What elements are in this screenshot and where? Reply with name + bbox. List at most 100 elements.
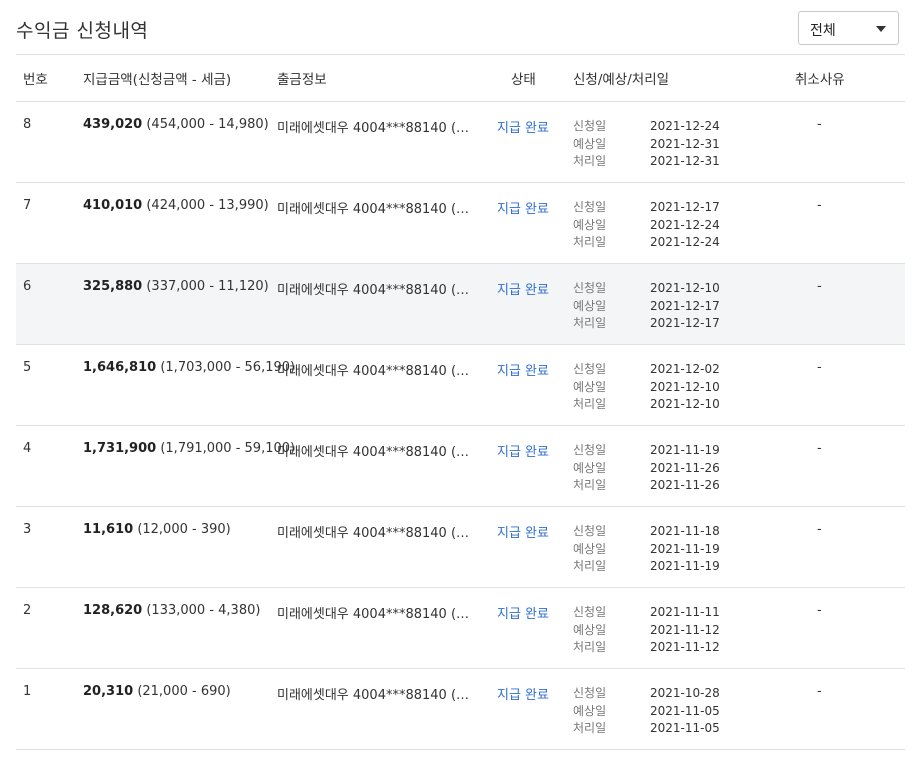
amount-cell: 410,010 (424,000 - 13,990)	[83, 198, 269, 213]
applied-date-label: 신청일	[573, 605, 607, 619]
processed-date-label: 처리일	[573, 559, 607, 573]
expected-date-label: 예상일	[573, 703, 607, 718]
expected-date: 2021-12-17	[650, 298, 720, 313]
filter-selected-value: 전체	[810, 23, 836, 39]
status-link[interactable]: 지급 완료	[497, 117, 549, 136]
applied-date: 2021-12-10	[650, 281, 720, 295]
amount-cell: 11,610 (12,000 - 390)	[83, 522, 231, 537]
expected-date: 2021-11-05	[650, 703, 720, 718]
amount-cell: 20,310 (21,000 - 690)	[83, 684, 231, 699]
cancel-reason: -	[817, 360, 822, 375]
expected-date: 2021-12-31	[650, 136, 720, 151]
status-link[interactable]: 지급 완료	[497, 684, 549, 703]
amount-detail: (1,703,000 - 56,190)	[160, 360, 296, 375]
account-info: 미래에셋대우 4004***88140 (조*...	[277, 121, 473, 136]
applied-date-label: 신청일	[573, 524, 607, 538]
expected-date: 2021-11-12	[650, 622, 720, 637]
amount-detail: (12,000 - 390)	[137, 522, 231, 537]
paid-amount: 128,620	[83, 603, 143, 618]
row-number: 2	[23, 603, 32, 618]
status-link[interactable]: 지급 완료	[497, 522, 549, 541]
expected-date-label: 예상일	[573, 136, 607, 151]
processed-date-label: 처리일	[573, 721, 607, 735]
applied-date: 2021-11-18	[650, 524, 720, 538]
applied-date-label: 신청일	[573, 686, 607, 700]
row-number: 3	[23, 522, 32, 537]
table-row: 8 439,020 (454,000 - 14,980) 미래에셋대우 4004**…	[16, 102, 905, 182]
header-amount: 지급금액(신청금액 - 세금)	[83, 72, 232, 88]
date-block: 신청일 2021-11-19 예상일 2021-11-26 처리일 2021-11-26	[573, 442, 720, 495]
processed-date-label: 처리일	[573, 478, 607, 492]
paid-amount: 1,646,810	[83, 360, 157, 375]
amount-detail: (337,000 - 11,120)	[146, 279, 269, 294]
row-divider	[16, 749, 905, 750]
applied-date: 2021-12-02	[650, 362, 720, 376]
amount-cell: 439,020 (454,000 - 14,980)	[83, 117, 269, 132]
processed-date: 2021-12-17	[650, 316, 720, 330]
cancel-reason: -	[817, 117, 822, 132]
status-filter-select[interactable]: 전체	[798, 11, 899, 45]
date-block: 신청일 2021-10-28 예상일 2021-11-05 처리일 2021-11-05	[573, 685, 720, 738]
processed-date-label: 처리일	[573, 397, 607, 411]
account-info: 미래에셋대우 4004***88140 (조*...	[277, 445, 473, 460]
expected-date-label: 예상일	[573, 622, 607, 637]
status-link[interactable]: 지급 완료	[497, 603, 549, 622]
processed-date: 2021-11-26	[650, 478, 720, 492]
amount-detail: (21,000 - 690)	[137, 684, 231, 699]
status-link[interactable]: 지급 완료	[497, 279, 549, 298]
cancel-reason: -	[817, 684, 822, 699]
account-info: 미래에셋대우 4004***88140 (조*...	[277, 202, 473, 217]
page-title: 수익금 신청내역	[16, 20, 149, 42]
cancel-reason: -	[817, 603, 822, 618]
paid-amount: 11,610	[83, 522, 134, 537]
cancel-reason: -	[817, 198, 822, 213]
account-info: 미래에셋대우 4004***88140 (조*...	[277, 364, 473, 379]
row-number: 6	[23, 279, 32, 294]
header-account: 출금정보	[277, 72, 327, 88]
table-header: 번호 지급금액(신청금액 - 세금) 출금정보 상태 신청/예상/처리일 취소사…	[16, 55, 905, 101]
expected-date-label: 예상일	[573, 298, 607, 313]
cancel-reason: -	[817, 441, 822, 456]
paid-amount: 325,880	[83, 279, 143, 294]
account-info: 미래에셋대우 4004***88140 (조*...	[277, 526, 473, 541]
applied-date: 2021-11-19	[650, 443, 720, 457]
applied-date: 2021-12-17	[650, 200, 720, 214]
expected-date: 2021-12-24	[650, 217, 720, 232]
amount-cell: 1,731,900 (1,791,000 - 59,100)	[83, 441, 295, 456]
processed-date: 2021-12-31	[650, 154, 720, 168]
expected-date-label: 예상일	[573, 217, 607, 232]
row-number: 5	[23, 360, 32, 375]
status-link[interactable]: 지급 완료	[497, 360, 549, 379]
paid-amount: 1,731,900	[83, 441, 157, 456]
applied-date-label: 신청일	[573, 200, 607, 214]
table-row: 7 410,010 (424,000 - 13,990) 미래에셋대우 4004**…	[16, 183, 905, 263]
applied-date-label: 신청일	[573, 119, 607, 133]
expected-date-label: 예상일	[573, 460, 607, 475]
status-link[interactable]: 지급 완료	[497, 198, 549, 217]
amount-detail: (454,000 - 14,980)	[146, 117, 269, 132]
date-block: 신청일 2021-12-24 예상일 2021-12-31 처리일 2021-12-31	[573, 118, 720, 171]
table-row: 6 325,880 (337,000 - 11,120) 미래에셋대우 4004**…	[16, 264, 905, 344]
date-block: 신청일 2021-11-11 예상일 2021-11-12 처리일 2021-11-12	[573, 604, 720, 657]
account-info: 미래에셋대우 4004***88140 (조*...	[277, 607, 473, 622]
paid-amount: 20,310	[83, 684, 134, 699]
processed-date-label: 처리일	[573, 235, 607, 249]
table-row: 4 1,731,900 (1,791,000 - 59,100) 미래에셋대우 40…	[16, 426, 905, 506]
applied-date-label: 신청일	[573, 362, 607, 376]
cancel-reason: -	[817, 522, 822, 537]
expected-date: 2021-12-10	[650, 379, 720, 394]
processed-date-label: 처리일	[573, 316, 607, 330]
status-link[interactable]: 지급 완료	[497, 441, 549, 460]
amount-detail: (133,000 - 4,380)	[146, 603, 261, 618]
chevron-down-icon	[876, 26, 886, 32]
processed-date-label: 처리일	[573, 154, 607, 168]
table-row: 2 128,620 (133,000 - 4,380) 미래에셋대우 4004***…	[16, 588, 905, 668]
date-block: 신청일 2021-11-18 예상일 2021-11-19 처리일 2021-11-19	[573, 523, 720, 576]
amount-cell: 128,620 (133,000 - 4,380)	[83, 603, 260, 618]
row-number: 4	[23, 441, 32, 456]
processed-date: 2021-11-19	[650, 559, 720, 573]
row-number: 7	[23, 198, 32, 213]
amount-detail: (424,000 - 13,990)	[146, 198, 269, 213]
header-cancel-reason: 취소사유	[795, 72, 845, 88]
expected-date: 2021-11-19	[650, 541, 720, 556]
